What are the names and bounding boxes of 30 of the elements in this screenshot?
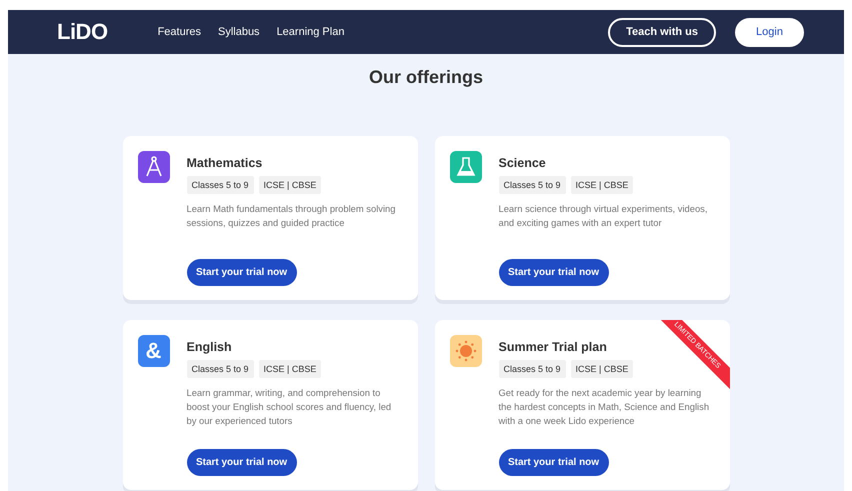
tag: Classes 5 to 9 <box>186 360 254 378</box>
trial-button[interactable]: Start your trial now <box>186 259 296 286</box>
trial-button[interactable]: Start your trial now <box>498 449 608 476</box>
card-title: Science <box>498 156 547 170</box>
tag: ICSE | CBSE <box>258 176 322 194</box>
logo[interactable]: LiDO <box>57 19 108 45</box>
tag: Classes 5 to 9 <box>498 360 566 378</box>
flask-icon <box>450 151 482 183</box>
tag: Classes 5 to 9 <box>186 176 254 194</box>
tag: ICSE | CBSE <box>570 360 634 378</box>
card-description: Learn Math fundamentals through problem solving sessions, quizzes and guided practice <box>186 202 396 230</box>
trial-button[interactable]: Start your trial now <box>498 259 608 286</box>
nav-link[interactable]: Syllabus <box>218 26 260 38</box>
nav-link[interactable]: Features <box>158 26 201 38</box>
section-heading: Our offerings <box>368 67 484 88</box>
tag: Classes 5 to 9 <box>498 176 566 194</box>
teach-button[interactable]: Teach with us <box>608 18 716 46</box>
compass-icon <box>138 151 170 183</box>
card-description: Learn science through virtual experiments, videos, and exciting games with an expert tutor <box>498 202 708 230</box>
nav-link[interactable]: Learning Plan <box>276 26 344 38</box>
trial-button[interactable]: Start your trial now <box>186 449 296 476</box>
card-title: Mathematics <box>186 156 264 170</box>
tag: ICSE | CBSE <box>258 360 322 378</box>
card-description: Get ready for the next academic year by learning the hardest concepts in Math, Science and English with a one week Lido experience <box>498 386 710 428</box>
card-title: English <box>186 340 233 354</box>
login-button[interactable]: Login <box>735 18 804 46</box>
ampersand-icon: & <box>138 335 170 367</box>
tag: ICSE | CBSE <box>570 176 634 194</box>
card-description: Learn grammar, writing, and comprehension to boost your English school scores and fluency, led by our experienced tutors <box>186 386 392 428</box>
sun-icon <box>450 335 482 367</box>
